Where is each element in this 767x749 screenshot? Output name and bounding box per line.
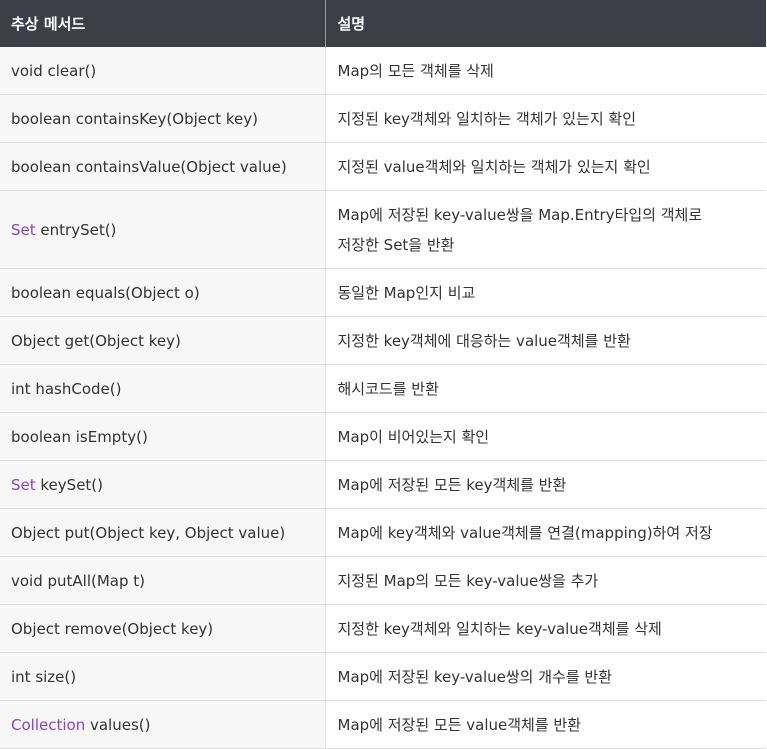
method-cell: int hashCode() bbox=[0, 364, 326, 413]
description-cell: Map에 저장된 key-value쌍을 Map.Entry타입의 객체로저장한… bbox=[325, 190, 766, 269]
method-cell: Set keySet() bbox=[0, 460, 326, 509]
description-cell: Map이 비어있는지 확인 bbox=[325, 412, 766, 461]
type-keyword: Set bbox=[11, 475, 36, 494]
description-cell: 지정된 value객체와 일치하는 객체가 있는지 확인 bbox=[325, 142, 766, 191]
table-row: Object remove(Object key) 지정한 key객체와 일치하… bbox=[0, 604, 766, 653]
method-signature: Object remove(Object key) bbox=[11, 619, 214, 638]
method-signature: values() bbox=[85, 715, 151, 734]
table-row: boolean equals(Object o) 동일한 Map인지 비교 bbox=[0, 268, 766, 317]
method-signature: boolean containsValue(Object value) bbox=[11, 157, 287, 176]
table-row: Set entrySet() Map에 저장된 key-value쌍을 Map.… bbox=[0, 190, 766, 269]
method-signature: void putAll(Map t) bbox=[11, 571, 146, 590]
table-row: void putAll(Map t) 지정된 Map의 모든 key-value… bbox=[0, 556, 766, 605]
description-cell: 지정한 key객체와 일치하는 key-value객체를 삭제 bbox=[325, 604, 766, 653]
description-cell: Map에 저장된 모든 value객체를 반환 bbox=[325, 700, 766, 749]
method-signature: boolean isEmpty() bbox=[11, 427, 148, 446]
method-cell: Set entrySet() bbox=[0, 190, 326, 269]
description-cell: Map에 저장된 key-value쌍의 개수를 반환 bbox=[325, 652, 766, 701]
table-row: boolean isEmpty() Map이 비어있는지 확인 bbox=[0, 412, 766, 461]
method-cell: boolean isEmpty() bbox=[0, 412, 326, 461]
method-signature: Object put(Object key, Object value) bbox=[11, 523, 286, 542]
map-methods-table: 추상 메서드 설명 void clear() Map의 모든 객체를 삭제 bo… bbox=[0, 0, 766, 749]
method-cell: int size() bbox=[0, 652, 326, 701]
method-cell: boolean containsValue(Object value) bbox=[0, 142, 326, 191]
method-signature: Object get(Object key) bbox=[11, 331, 181, 350]
description-cell: 지정된 Map의 모든 key-value쌍을 추가 bbox=[325, 556, 766, 605]
method-cell: boolean containsKey(Object key) bbox=[0, 94, 326, 143]
table-row: Object put(Object key, Object value) Map… bbox=[0, 508, 766, 557]
method-cell: void putAll(Map t) bbox=[0, 556, 326, 605]
description-cell: Map에 저장된 모든 key객체를 반환 bbox=[325, 460, 766, 509]
table-row: void clear() Map의 모든 객체를 삭제 bbox=[0, 47, 766, 95]
type-keyword: Set bbox=[11, 220, 36, 239]
method-signature: void clear() bbox=[11, 61, 97, 80]
header-description: 설명 bbox=[325, 0, 766, 47]
description-cell: 지정된 key객체와 일치하는 객체가 있는지 확인 bbox=[325, 94, 766, 143]
method-cell: void clear() bbox=[0, 47, 326, 95]
description-line: Map에 저장된 key-value쌍을 Map.Entry타입의 객체로 bbox=[337, 205, 703, 224]
method-cell: Object remove(Object key) bbox=[0, 604, 326, 653]
description-cell: 지정한 key객체에 대응하는 value객체를 반환 bbox=[325, 316, 766, 365]
table-row: boolean containsValue(Object value) 지정된 … bbox=[0, 142, 766, 191]
description-line: 저장한 Set을 반환 bbox=[337, 235, 455, 254]
description-cell: Map에 key객체와 value객체를 연결(mapping)하여 저장 bbox=[325, 508, 766, 557]
description-cell: Map의 모든 객체를 삭제 bbox=[325, 47, 766, 95]
table-row: Object get(Object key) 지정한 key객체에 대응하는 v… bbox=[0, 316, 766, 365]
table-row: int hashCode() 해시코드를 반환 bbox=[0, 364, 766, 413]
method-cell: boolean equals(Object o) bbox=[0, 268, 326, 317]
method-signature: int size() bbox=[11, 667, 77, 686]
method-signature: boolean equals(Object o) bbox=[11, 283, 200, 302]
method-cell: Object get(Object key) bbox=[0, 316, 326, 365]
table-header-row: 추상 메서드 설명 bbox=[0, 0, 766, 47]
method-signature: keySet() bbox=[35, 475, 104, 494]
method-cell: Collection values() bbox=[0, 700, 326, 749]
table-row: int size() Map에 저장된 key-value쌍의 개수를 반환 bbox=[0, 652, 766, 701]
method-signature: entrySet() bbox=[35, 220, 117, 239]
type-keyword: Collection bbox=[11, 715, 86, 734]
table-row: Collection values() Map에 저장된 모든 value객체를… bbox=[0, 700, 766, 749]
table-row: Set keySet() Map에 저장된 모든 key객체를 반환 bbox=[0, 460, 766, 509]
method-signature: boolean containsKey(Object key) bbox=[11, 109, 259, 128]
method-signature: int hashCode() bbox=[11, 379, 122, 398]
description-cell: 동일한 Map인지 비교 bbox=[325, 268, 766, 317]
method-cell: Object put(Object key, Object value) bbox=[0, 508, 326, 557]
description-cell: 해시코드를 반환 bbox=[325, 364, 766, 413]
header-method: 추상 메서드 bbox=[0, 0, 326, 47]
table-row: boolean containsKey(Object key) 지정된 key객… bbox=[0, 94, 766, 143]
